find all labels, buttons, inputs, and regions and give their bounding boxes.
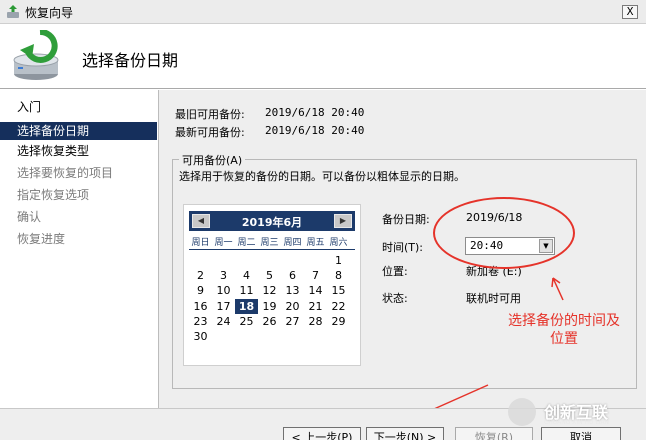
calendar-divider <box>189 249 355 250</box>
calendar-day[interactable]: 6 <box>281 268 304 283</box>
window-title: 恢复向导 <box>25 6 74 20</box>
calendar-day[interactable]: 14 <box>304 283 327 298</box>
close-button[interactable]: X <box>622 5 638 19</box>
calendar-weekday: 周一 <box>214 238 233 248</box>
calendar-weekday: 周六 <box>329 238 348 248</box>
calendar-day[interactable]: 22 <box>327 299 350 314</box>
page-title: 选择备份日期 <box>82 51 179 70</box>
watermark-icon <box>508 398 536 426</box>
calendar-day[interactable]: 13 <box>281 283 304 298</box>
calendar-day[interactable]: 4 <box>235 268 258 283</box>
calendar-day[interactable]: 16 <box>189 299 212 314</box>
available-backups-legend: 可用备份(A) <box>179 152 246 168</box>
oldest-backup-label: 最旧可用备份: <box>175 108 245 121</box>
calendar-header: ◀ 2019年6月 ▶ <box>189 211 355 231</box>
calendar-weekday: 周三 <box>260 238 279 248</box>
available-backups-description: 选择用于恢复的备份的日期。可以备份以粗体显示的日期。 <box>179 170 465 183</box>
calendar-day[interactable]: 24 <box>212 314 235 329</box>
calendar-day[interactable]: 5 <box>258 268 281 283</box>
calendar-weekday: 周五 <box>306 238 325 248</box>
annotation-ellipse <box>433 197 575 269</box>
time-label: 时间(T): <box>382 241 424 254</box>
calendar-next-month-button[interactable]: ▶ <box>334 214 352 228</box>
backup-date-label: 备份日期: <box>382 213 430 226</box>
calendar-weekday: 周日 <box>191 238 210 248</box>
calendar-month-label: 2019年6月 <box>241 216 303 229</box>
calendar-day[interactable]: 12 <box>258 283 281 298</box>
triangle-right-icon[interactable]: ▶ <box>340 216 346 225</box>
calendar-day[interactable]: 8 <box>327 268 350 283</box>
oldest-backup-value: 2019/6/18 20:40 <box>265 106 365 119</box>
calendar-day[interactable]: 1 <box>327 253 350 268</box>
restore-disk-icon <box>13 30 59 80</box>
calendar-day[interactable]: 20 <box>281 299 304 314</box>
newest-backup-label: 最新可用备份: <box>175 126 245 139</box>
backup-date-calendar[interactable]: ◀ 2019年6月 ▶ 周日 周一 周二 周三 周四 周五 周六 1 2 3 4 5 6 7 8 9 10 11 1… <box>183 204 361 366</box>
calendar-day[interactable]: 27 <box>281 314 304 329</box>
calendar-day[interactable]: 29 <box>327 314 350 329</box>
watermark-subtitle: CHUANG XIN HU LIAN <box>544 419 610 426</box>
status-label: 状态: <box>382 292 408 305</box>
calendar-day[interactable]: 7 <box>304 268 327 283</box>
calendar-day[interactable]: 23 <box>189 314 212 329</box>
annotation-text: 选择备份的时间及位置 <box>508 313 620 347</box>
sidebar-item-recovery-options: 指定恢复选项 <box>17 188 90 202</box>
annotation-arrow-up <box>551 277 564 301</box>
sidebar-item-confirmation: 确认 <box>17 210 42 224</box>
calendar-day[interactable]: 19 <box>258 299 281 314</box>
back-button[interactable]: < 上一步(P) <box>283 427 361 440</box>
calendar-day[interactable]: 3 <box>212 268 235 283</box>
calendar-day[interactable]: 11 <box>235 283 258 298</box>
calendar-day[interactable]: 21 <box>304 299 327 314</box>
next-button[interactable]: 下一步(N) > <box>366 427 444 440</box>
status-value: 联机时可用 <box>466 292 521 305</box>
newest-backup-value: 2019/6/18 20:40 <box>265 124 365 137</box>
wizard-header: 选择备份日期 <box>0 25 646 89</box>
calendar-day[interactable]: 15 <box>327 283 350 298</box>
watermark-logo: 创新互联 CHUANG XIN HU LIAN <box>508 395 644 429</box>
calendar-day[interactable]: 9 <box>189 283 212 298</box>
title-bar: 恢复向导 X <box>0 0 646 24</box>
calendar-day[interactable]: 25 <box>235 314 258 329</box>
calendar-weekday: 周四 <box>283 238 302 248</box>
calendar-day[interactable]: 2 <box>189 268 212 283</box>
sidebar-item-getting-started[interactable]: 入门 <box>0 98 157 116</box>
sidebar-item-select-backup-date[interactable]: 选择备份日期 <box>0 122 157 140</box>
wizard-steps-sidebar: 入门 选择备份日期 选择恢复类型 选择要恢复的项目 指定恢复选项 确认 恢复进度 <box>0 90 158 440</box>
main-content: 最旧可用备份: 2019/6/18 20:40 最新可用备份: 2019/6/1… <box>158 90 646 408</box>
close-icon[interactable]: X <box>627 5 634 18</box>
restore-wizard-icon <box>7 5 19 18</box>
calendar-day[interactable]: 17 <box>212 299 235 314</box>
calendar-day[interactable]: 30 <box>189 329 212 344</box>
sidebar-item-select-items: 选择要恢复的项目 <box>17 166 114 180</box>
sidebar-item-select-recovery-type[interactable]: 选择恢复类型 <box>0 142 157 160</box>
calendar-day[interactable]: 26 <box>258 314 281 329</box>
sidebar-item-recovery-progress: 恢复进度 <box>17 232 66 246</box>
calendar-day[interactable]: 10 <box>212 283 235 298</box>
calendar-weekday: 周二 <box>237 238 256 248</box>
calendar-day[interactable]: 28 <box>304 314 327 329</box>
location-label: 位置: <box>382 265 408 278</box>
calendar-day-selected[interactable]: 18 <box>235 298 258 314</box>
